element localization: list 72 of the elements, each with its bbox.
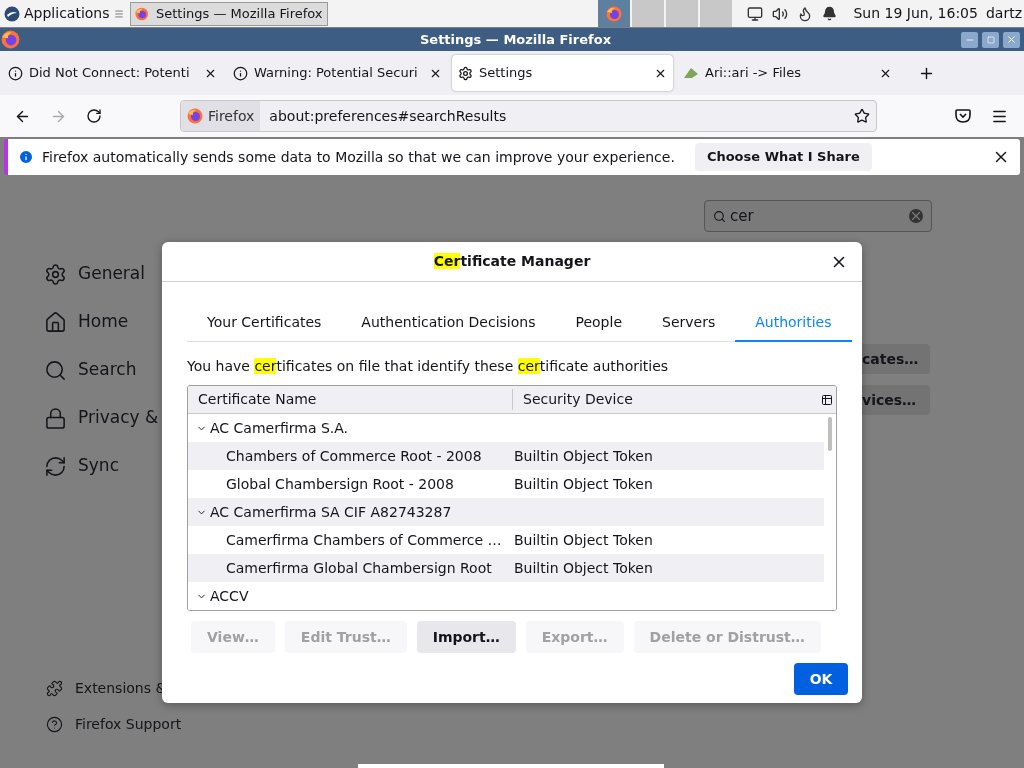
- taskbar-button[interactable]: Settings — Mozilla Firefox: [129, 1, 328, 26]
- tree-cell-text: Builtin Object Token: [513, 474, 653, 494]
- dialog-tab[interactable]: People: [555, 304, 642, 342]
- url-text: about:preferences#searchResults: [269, 106, 508, 126]
- settings-button[interactable]: vices…: [862, 385, 930, 415]
- choose-what-i-share-button[interactable]: Choose What I Share: [694, 143, 872, 171]
- bookmark-star-icon[interactable]: [854, 108, 870, 124]
- close-icon: [1006, 34, 1017, 45]
- clear-icon[interactable]: [909, 209, 923, 223]
- tree-group-row[interactable]: AC Camerfirma SA CIF A82743287: [188, 498, 824, 526]
- tree-cell-text: AC Camerfirma S.A.: [210, 418, 349, 438]
- menu-icon: [113, 8, 124, 19]
- volume-icon[interactable]: [772, 5, 789, 22]
- browser-tab[interactable]: Warning: Potential Securi: [227, 55, 448, 91]
- browser-logo-icon: [187, 108, 203, 124]
- tree-cell-text: AC Camerfirma SA CIF A82743287: [210, 502, 452, 522]
- house-icon: [44, 310, 67, 334]
- lock-icon: [44, 406, 67, 430]
- reload-icon[interactable]: [86, 108, 102, 124]
- tree-cell-text: Camerfirma Global Chambersign Root: [225, 558, 493, 578]
- info-icon: [18, 149, 34, 165]
- address-field[interactable]: Firefox about:preferences#searchResults: [180, 100, 877, 132]
- settings-button[interactable]: cates…: [862, 344, 930, 374]
- tree-cell-text: ACCV: [210, 586, 249, 606]
- bell-icon[interactable]: [822, 6, 838, 21]
- browser-tab[interactable]: Settings: [452, 55, 673, 91]
- sync-icon: [44, 454, 67, 478]
- search-icon: [713, 209, 726, 223]
- dialog-button[interactable]: Import…: [416, 621, 516, 653]
- sidebar-item[interactable]: General: [44, 250, 200, 298]
- close-button[interactable]: [1003, 31, 1020, 48]
- identity-chip[interactable]: Firefox: [181, 101, 261, 131]
- clock[interactable]: Sun 19 Jun, 16:05: [853, 3, 978, 24]
- user-name[interactable]: dartz: [985, 3, 1022, 24]
- tree-cell-text: Builtin Object Token: [513, 530, 653, 550]
- window-title: Settings — Mozilla Firefox: [419, 30, 612, 49]
- info-icon: [233, 65, 248, 81]
- column-picker-icon[interactable]: [821, 393, 833, 406]
- distro-logo-icon: [4, 5, 20, 22]
- tree-cell-text: Camerfirma Chambers of Commerce …: [225, 530, 503, 550]
- sidebar-link[interactable]: Firefox Support: [44, 706, 200, 742]
- dialog-tab[interactable]: Authorities: [735, 304, 852, 342]
- browser-tab[interactable]: Did Not Connect: Potenti: [2, 55, 223, 91]
- gear-icon: [458, 65, 473, 81]
- dialog-tab[interactable]: Authentication Decisions: [341, 304, 556, 342]
- browser-tab[interactable]: Ari::ari -> Files: [677, 55, 898, 91]
- notification-message: Firefox automatically sends some data to Mozilla so that we can improve your experience.: [42, 147, 675, 167]
- tree-row[interactable]: Chambers of Commerce Root - 2008 Builtin Object Token: [188, 442, 824, 470]
- tree-cell-text: Chambers of Commerce Root - 2008: [225, 446, 483, 466]
- pocket-icon[interactable]: [955, 109, 971, 123]
- maximize-icon: [986, 35, 995, 44]
- browser-logo-icon: [605, 5, 622, 22]
- tree-cell-text: Builtin Object Token: [513, 558, 653, 578]
- column-header[interactable]: Certificate Name: [188, 389, 513, 410]
- applications-menu[interactable]: Applications: [0, 0, 128, 27]
- help-icon: [46, 715, 63, 733]
- search-icon: [44, 358, 67, 382]
- puzzle-icon: [46, 679, 63, 697]
- search-field[interactable]: cer: [704, 200, 932, 232]
- column-header[interactable]: Security Device: [513, 389, 821, 410]
- browser-logo-icon: [134, 5, 148, 22]
- tree-cell-text: Global Chambersign Root - 2008: [225, 474, 455, 494]
- gear-icon: [44, 262, 67, 286]
- workspace-button[interactable]: [597, 0, 630, 27]
- tree-row[interactable]: Camerfirma Global Chambersign Root Builtin Object Token: [188, 554, 824, 582]
- maximize-button[interactable]: [982, 31, 999, 48]
- tree-cell-text: Builtin Object Token: [513, 446, 653, 466]
- info-icon: [8, 65, 23, 81]
- ok-button[interactable]: OK: [794, 663, 848, 695]
- minimize-button[interactable]: [961, 31, 978, 48]
- browser-logo-icon: [1, 30, 20, 49]
- dialog-tab[interactable]: Servers: [642, 304, 736, 342]
